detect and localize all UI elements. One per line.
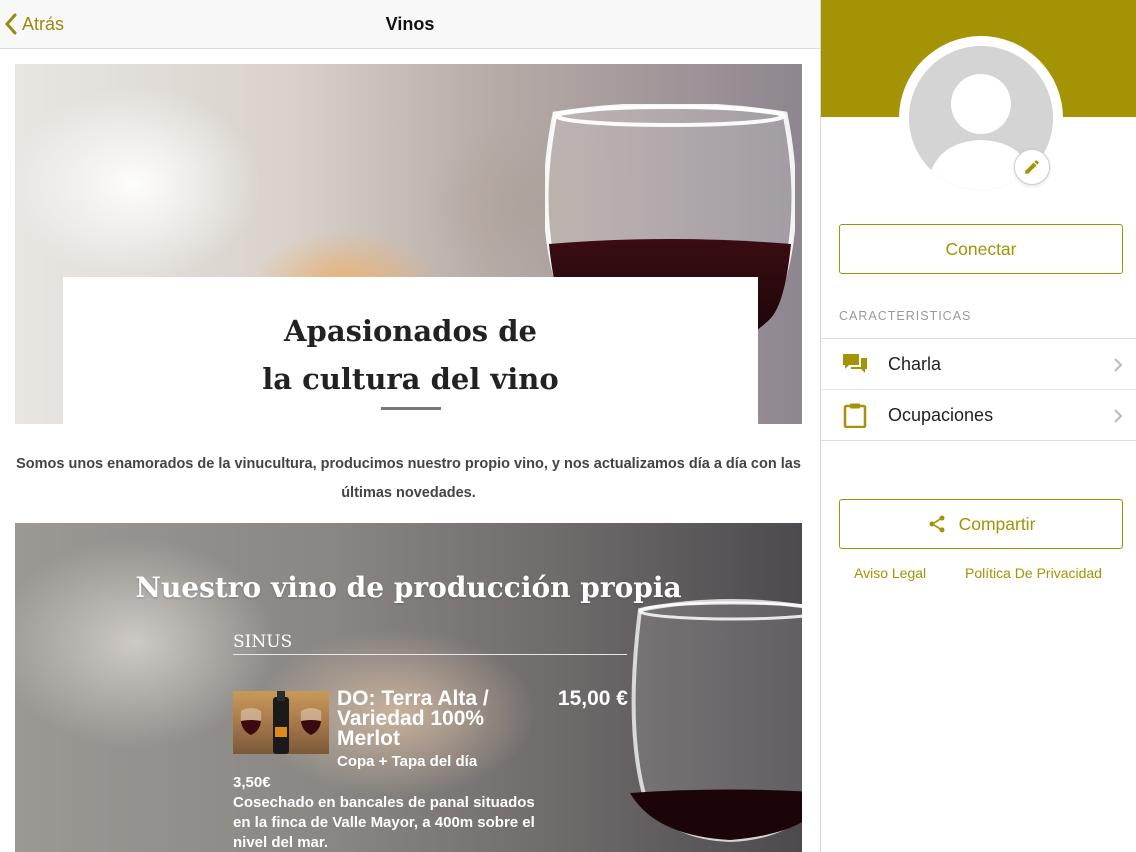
features-header: CARACTERISTICAS (839, 309, 972, 323)
wine-price: 15,00 € (557, 687, 628, 710)
main-content: Atrás Vinos Apasionados de la cultura de… (0, 0, 820, 852)
privacy-policy-link[interactable]: Política De Privacidad (965, 565, 1102, 581)
chat-bubbles-icon (841, 350, 869, 378)
wine-thumbnail[interactable] (233, 691, 329, 754)
share-icon (929, 515, 945, 533)
chevron-right-icon (1114, 358, 1123, 372)
category-label: SINUS (233, 632, 293, 652)
feature-label: Charla (888, 353, 942, 374)
category-divider (233, 654, 627, 655)
pencil-icon (1025, 160, 1039, 174)
back-button[interactable]: Atrás (4, 0, 64, 48)
wine-bottle-image (240, 691, 322, 754)
navigation-bar: Atrás Vinos (0, 0, 820, 49)
wine-subtitle: Copa + Tapa del día (337, 753, 478, 770)
share-label: Compartir (958, 513, 1036, 534)
clipboard-icon (841, 401, 869, 429)
wine-description: 3,50€ Cosechado en bancales de panal sit… (233, 774, 535, 851)
feature-label: Ocupaciones (888, 404, 994, 425)
section-title: Nuestro vino de producción propia (135, 571, 682, 604)
page-title: Vinos (385, 14, 435, 34)
features-list: Charla Ocupaciones (821, 338, 1136, 441)
connect-button[interactable]: Conectar (839, 224, 1123, 274)
hero-title: Apasionados de la cultura del vino (63, 307, 758, 403)
wine-section: Nuestro vino de producción propia SINUS … (15, 523, 802, 852)
wine-name: DO: Terra Alta / Variedad 100% Merlot (337, 687, 489, 750)
hero-title-line2: la cultura del vino (262, 362, 559, 396)
intro-text: Somos unos enamorados de la vinucultura,… (16, 456, 801, 501)
hero-title-card: Apasionados de la cultura del vino (63, 277, 758, 424)
feature-item-charla[interactable]: Charla (821, 339, 1136, 390)
legal-notice-link[interactable]: Aviso Legal (854, 565, 926, 581)
feature-item-ocupaciones[interactable]: Ocupaciones (821, 390, 1136, 441)
wine-glass-background-image (630, 599, 802, 843)
connect-label: Conectar (945, 238, 1017, 259)
hero-title-line1: Apasionados de (284, 314, 537, 348)
hero-banner: Apasionados de la cultura del vino (15, 64, 802, 424)
share-button[interactable]: Compartir (839, 499, 1123, 549)
edit-avatar-button[interactable] (1014, 149, 1050, 185)
hero-divider (381, 407, 441, 410)
chevron-left-icon (5, 13, 17, 35)
chevron-right-icon (1114, 409, 1123, 423)
profile-sidebar: Conectar CARACTERISTICAS Charla Ocupacio… (820, 0, 1136, 852)
back-label: Atrás (22, 13, 65, 34)
